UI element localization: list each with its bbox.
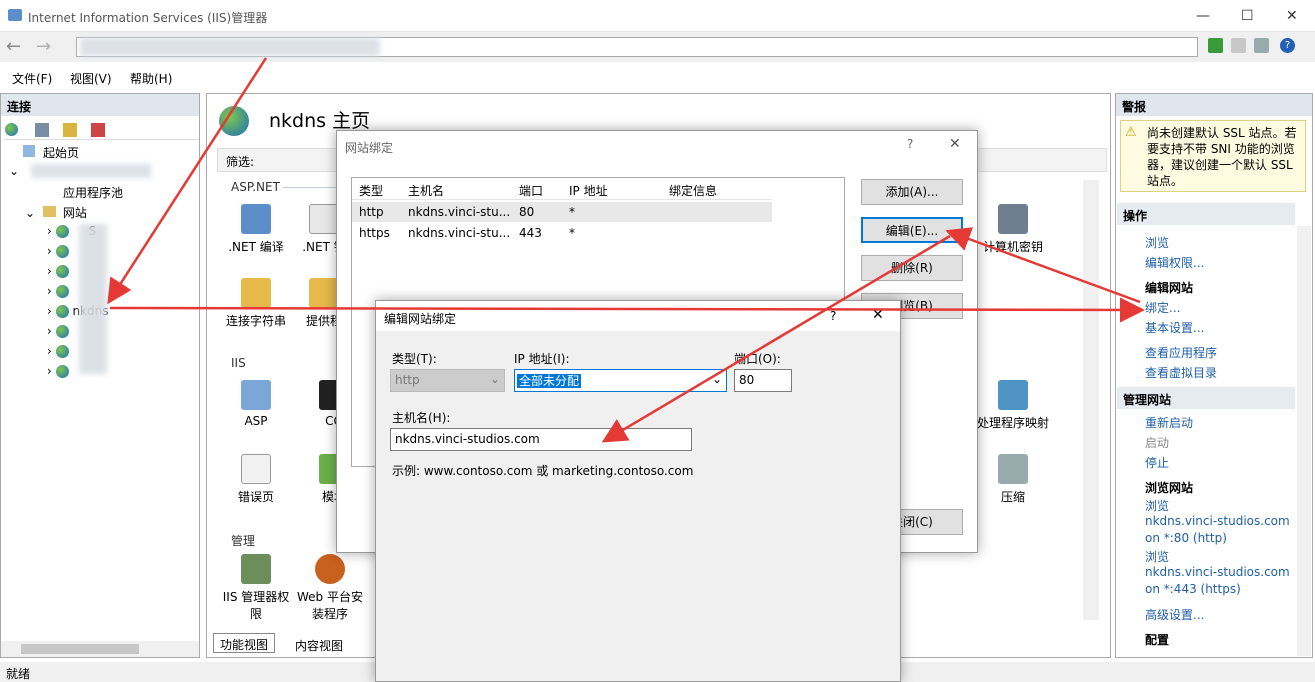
arrow-to-nkdns <box>107 57 268 305</box>
arrow-to-edit-button <box>945 227 1141 304</box>
annotation-arrows <box>107 57 1145 443</box>
arrow-to-hostname <box>601 234 951 443</box>
arrow-to-bindings <box>109 297 1145 323</box>
